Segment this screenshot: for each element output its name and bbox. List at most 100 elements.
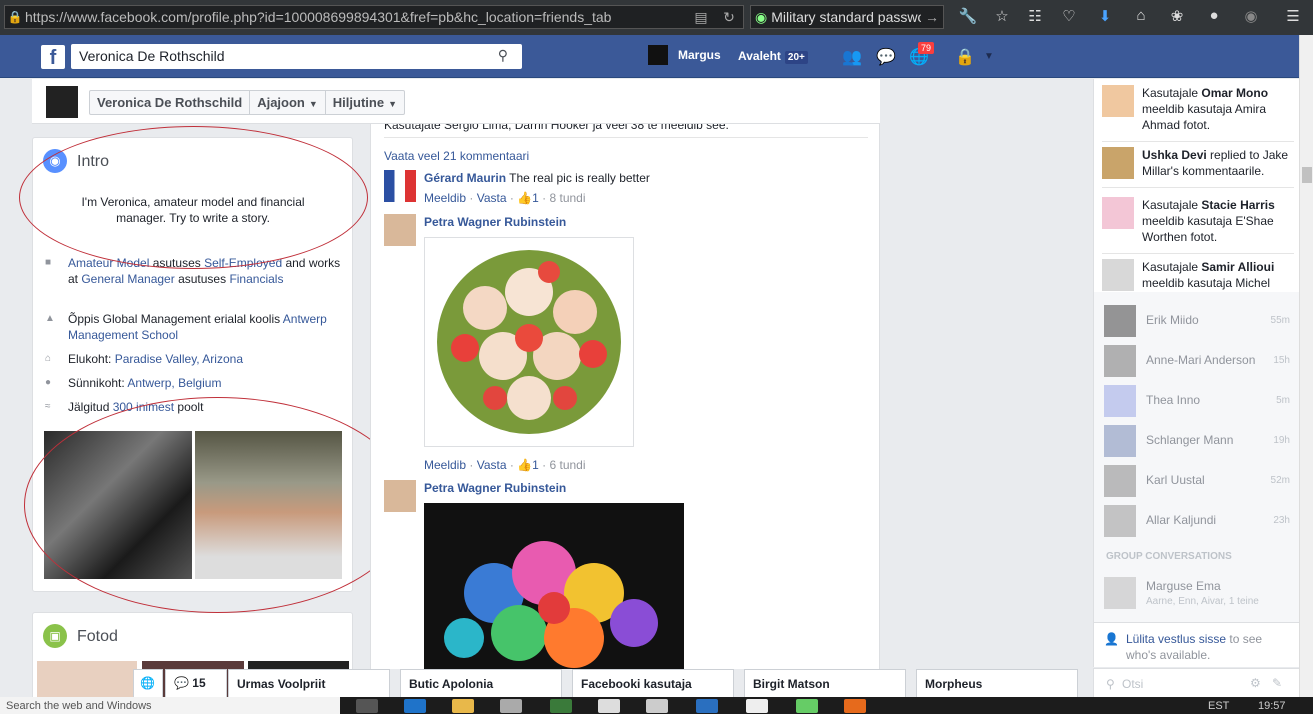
commenter-name[interactable]: Petra Wagner Rubinstein <box>424 481 566 495</box>
chat-search-input[interactable]: Otsi <box>1122 677 1143 691</box>
timeline-tab-button[interactable]: Ajajoon ▼ <box>250 91 326 114</box>
download-icon[interactable]: ⬇ <box>1094 7 1116 27</box>
home-label[interactable]: Avaleht <box>738 49 781 63</box>
commenter-avatar[interactable] <box>384 214 416 246</box>
home-link[interactable]: Avaleht 20+ <box>738 49 808 64</box>
like-link[interactable]: Meeldib <box>424 191 466 205</box>
profile-link[interactable]: Margus <box>648 45 721 65</box>
profile-avatar[interactable] <box>46 86 78 118</box>
like-count[interactable]: 1 <box>532 191 539 205</box>
app-icon[interactable] <box>746 699 768 713</box>
app-icon[interactable] <box>598 699 620 713</box>
reply-link[interactable]: Vasta <box>477 458 507 472</box>
edge-icon[interactable] <box>404 699 426 713</box>
chat-tab[interactable]: Butic Apolonia <box>400 669 562 697</box>
search-icon[interactable]: ⚲ <box>498 47 508 64</box>
contact-name[interactable]: Schlanger Mann <box>1146 433 1233 447</box>
bookmark-star-icon[interactable]: ☆ <box>991 7 1013 27</box>
commenter-avatar[interactable] <box>384 480 416 512</box>
ticker-user[interactable]: Samir Allioui <box>1201 260 1274 274</box>
chat-overflow-tab[interactable]: 💬 15 <box>165 669 227 697</box>
contact-name[interactable]: Thea Inno <box>1146 393 1200 407</box>
address-bar[interactable]: 🔒 https://www.facebook.com/profile.php?i… <box>4 5 744 29</box>
view-more-comments-link[interactable]: Vaata veel 21 kommentaari <box>384 149 529 163</box>
comment-image-rainbow-bouquet[interactable] <box>424 503 684 669</box>
wrench-icon[interactable]: 🔧 <box>957 7 979 27</box>
facebook-search-input[interactable]: Veronica De Rothschild ⚲ <box>71 44 522 69</box>
comment-image-bouquet[interactable] <box>424 237 634 447</box>
ticker-user[interactable]: Stacie Harris <box>1201 198 1274 212</box>
user-profile-icon[interactable]: ◉ <box>1240 7 1262 27</box>
clock[interactable]: 19:57 <box>1258 700 1286 712</box>
browser-search-text[interactable]: Military standard passwor <box>771 9 921 25</box>
explorer-icon[interactable] <box>452 699 474 713</box>
chat-tab[interactable]: Urmas Voolpriit <box>228 669 390 697</box>
ticker-user[interactable]: Omar Mono <box>1201 86 1268 100</box>
reload-icon[interactable]: ↻ <box>715 9 743 26</box>
app-icon[interactable] <box>550 699 572 713</box>
like-link[interactable]: Meeldib <box>424 458 466 472</box>
turn-on-chat-link[interactable]: Lülita vestlus sisse <box>1126 632 1226 646</box>
app-icon[interactable] <box>646 699 668 713</box>
chat-search-bar[interactable]: ⚲ Otsi ⚙ ✎ <box>1093 668 1299 698</box>
contact-name[interactable]: Erik Miido <box>1146 313 1199 327</box>
messages-icon[interactable]: 💬 <box>875 47 897 67</box>
timeline-tab-label[interactable]: Ajajoon <box>257 95 305 110</box>
chat-bubble-icon[interactable]: ● <box>1203 7 1225 27</box>
browser-search-box[interactable]: ◉ Military standard passwor → <box>750 5 944 29</box>
addon-icon[interactable]: ❀ <box>1166 7 1188 27</box>
commenter-name[interactable]: Gérard Maurin <box>424 171 506 185</box>
chat-contact[interactable]: Anne-Mari Anderson 15h <box>1104 345 1290 377</box>
facebook-search-value[interactable]: Veronica De Rothschild <box>79 48 225 64</box>
contact-name[interactable]: Anne-Mari Anderson <box>1146 353 1255 367</box>
firefox-icon[interactable] <box>844 699 866 713</box>
gear-icon[interactable]: ⚙ <box>1250 676 1261 690</box>
scrollbar-thumb[interactable] <box>1302 167 1312 183</box>
home-icon[interactable]: ⌂ <box>1130 7 1152 27</box>
account-menu-caret-icon[interactable]: ▼ <box>978 51 1000 71</box>
chat-tab[interactable]: Facebooki kasutaja <box>572 669 734 697</box>
input-language[interactable]: EST <box>1208 700 1229 712</box>
task-view-icon[interactable] <box>356 699 378 713</box>
residence-link[interactable]: Paradise Valley, Arizona <box>115 352 243 366</box>
privacy-lock-icon[interactable]: 🔒 <box>954 47 976 67</box>
commenter-name[interactable]: Petra Wagner Rubinstein <box>424 215 566 229</box>
facebook-logo[interactable]: f <box>41 45 65 69</box>
globe-icon[interactable]: 🌐 <box>133 669 163 697</box>
windows-search-box[interactable]: Search the web and Windows <box>0 697 340 714</box>
birthplace-link[interactable]: Antwerp, Belgium <box>127 376 221 390</box>
chat-contact[interactable]: Erik Miido 55m <box>1104 305 1290 337</box>
reader-icon[interactable]: ▤ <box>687 9 715 26</box>
chat-tab[interactable]: Birgit Matson <box>744 669 906 697</box>
contact-name[interactable]: Karl Uustal <box>1146 473 1205 487</box>
pocket-icon[interactable]: ♡ <box>1058 7 1080 27</box>
profile-name[interactable]: Margus <box>678 48 721 62</box>
photos-title[interactable]: Fotod <box>77 628 118 646</box>
app-icon[interactable] <box>796 699 818 713</box>
recent-tab-button[interactable]: Hiljutine ▼ <box>326 91 404 114</box>
reply-link[interactable]: Vasta <box>477 191 507 205</box>
like-count[interactable]: 1 <box>532 458 539 472</box>
chat-contact[interactable]: Thea Inno 5m <box>1104 385 1290 417</box>
position-link[interactable]: General Manager <box>81 272 174 286</box>
recent-tab-label[interactable]: Hiljutine <box>333 95 384 110</box>
url-text[interactable]: https://www.facebook.com/profile.php?id=… <box>25 9 687 25</box>
friend-requests-icon[interactable]: 👥 <box>841 47 863 67</box>
group-conversation[interactable]: Marguse Ema Aarne, Enn, Aivar, 1 teine <box>1104 577 1290 611</box>
compose-icon[interactable]: ✎ <box>1272 676 1282 690</box>
menu-icon[interactable]: ☰ <box>1282 7 1304 27</box>
contact-name[interactable]: Allar Kaljundi <box>1146 513 1216 527</box>
group-name[interactable]: Marguse Ema <box>1146 579 1221 593</box>
store-icon[interactable] <box>500 699 522 713</box>
app-icon[interactable] <box>696 699 718 713</box>
timeline-name-button[interactable]: Veronica De Rothschild <box>90 91 251 114</box>
bookmarks-list-icon[interactable]: ☷ <box>1024 7 1046 27</box>
page-scrollbar[interactable] <box>1299 35 1313 697</box>
ticker-user[interactable]: Ushka Devi <box>1142 148 1207 162</box>
chat-contact[interactable]: Karl Uustal 52m <box>1104 465 1290 497</box>
chat-contact[interactable]: Allar Kaljundi 23h <box>1104 505 1290 537</box>
go-arrow-icon[interactable]: → <box>921 9 943 25</box>
company-link[interactable]: Financials <box>229 272 283 286</box>
commenter-avatar[interactable] <box>384 170 416 202</box>
chat-contact[interactable]: Schlanger Mann 19h <box>1104 425 1290 457</box>
